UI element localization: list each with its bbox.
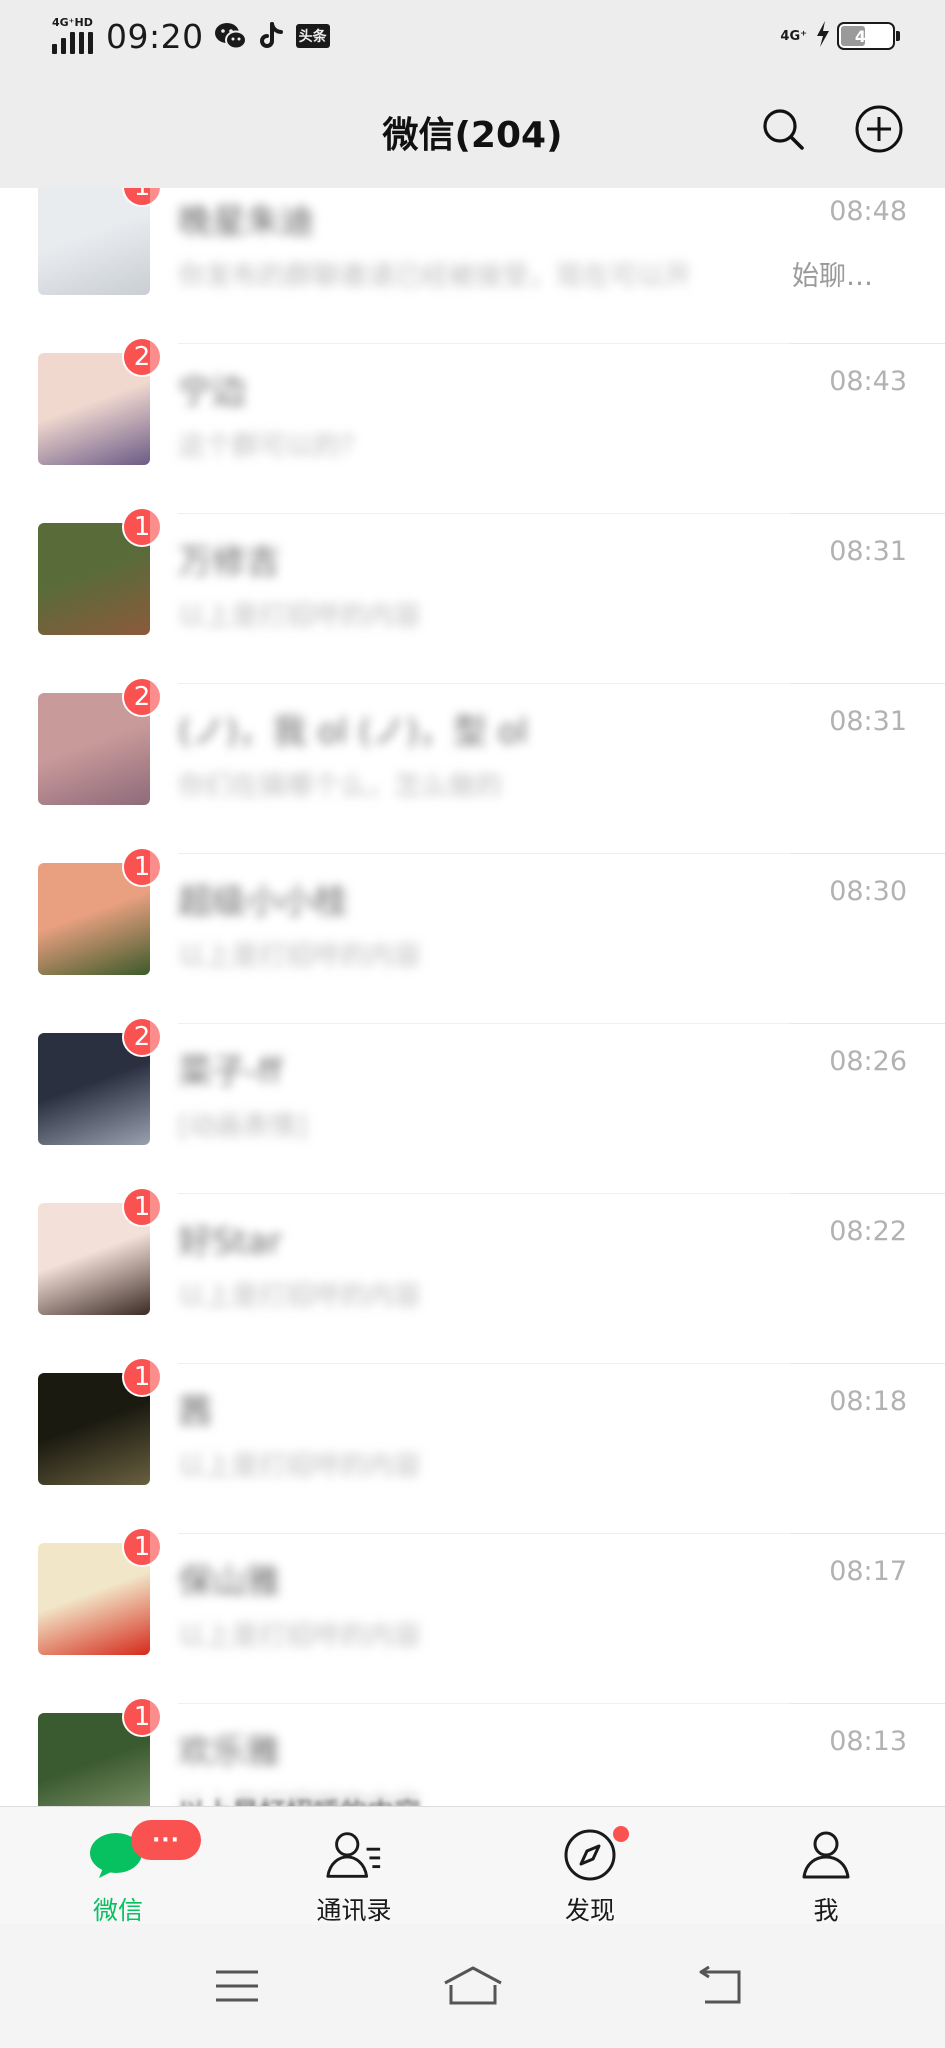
partial-preview: 以上是打招呼的内容: [178, 1791, 421, 1806]
home-icon: [444, 1966, 502, 2005]
chat-preview: 以上是打招呼的内容: [178, 1281, 421, 1312]
toutiao-label: 头条: [295, 24, 330, 48]
chat-row[interactable]: 2 (ノ)，我 ol (ノ)，型 ol 你们在搞哪个么，怎么做的 08:31: [0, 677, 945, 854]
status-bar: 4G⁺HD 09:20 头条 4G⁺ 44: [0, 0, 945, 70]
chat-time: 08:43: [829, 366, 907, 397]
tab-discover-label: 发现: [564, 1896, 615, 1925]
unread-badge: 2: [122, 337, 162, 377]
chat-preview: [动画表情]: [178, 1111, 308, 1142]
chat-row[interactable]: 1 超级小小桂以上是打招呼的内容 08:30: [0, 847, 945, 1024]
tab-bar: ··· 微信 通讯录 发现 我: [0, 1806, 945, 1925]
tab-contacts[interactable]: 通讯录: [236, 1807, 472, 1925]
wechat-icon: [214, 21, 248, 51]
chat-name: 茜: [178, 1392, 212, 1432]
chat-time: 08:26: [829, 1046, 907, 1077]
network-type-label: 4G⁺HD: [52, 16, 93, 29]
chat-preview: 以上是打招呼的内容: [178, 601, 421, 632]
chat-row[interactable]: 1 保山雅以上是打招呼的内容 08:17: [0, 1527, 945, 1704]
battery-icon: 44: [837, 22, 900, 50]
add-button[interactable]: [850, 100, 908, 158]
tab-chats-badge: ···: [131, 1820, 201, 1860]
network-type-right: 4G⁺: [780, 28, 807, 44]
tab-chats[interactable]: ··· 微信: [0, 1807, 236, 1925]
chat-row[interactable]: 2 菜子-ff [动画表情] 08:26: [0, 1017, 945, 1194]
tiktok-icon: [258, 21, 286, 51]
contacts-icon: [324, 1827, 384, 1883]
person-icon: [796, 1827, 856, 1883]
status-left: 4G⁺HD 09:20 头条: [50, 14, 330, 58]
chat-name: 超级小小桂: [178, 882, 348, 922]
chat-time: 08:13: [829, 1726, 907, 1757]
chat-time: 08:30: [829, 876, 907, 907]
unread-badge: 2: [122, 1017, 162, 1057]
unread-badge: 1: [122, 1527, 162, 1567]
chat-time: 08:18: [829, 1386, 907, 1417]
chat-name: 晚星朱迪: [178, 202, 314, 242]
chat-preview-tail: 始聊…: [792, 261, 873, 292]
clock: 09:20: [106, 16, 204, 56]
compass-icon: [560, 1827, 620, 1883]
search-button[interactable]: [754, 100, 812, 158]
unread-badge: 1: [122, 1697, 162, 1737]
chat-row[interactable]: 2 宁边这个群可以的？ 08:43: [0, 337, 945, 514]
unread-badge: 1: [122, 847, 162, 887]
signal-icon: 4G⁺HD: [50, 16, 98, 56]
chat-row[interactable]: 1晚星朱迪你发布的群聊邀请已经被接受，现在可以开始聊…08:48: [0, 188, 945, 344]
chat-preview: 以上是打招呼的内容: [178, 1451, 421, 1482]
chat-name: 好Star: [178, 1222, 282, 1262]
back-icon: [699, 1966, 741, 2004]
tab-contacts-label: 通讯录: [316, 1896, 392, 1925]
unread-badge: 1: [122, 1357, 162, 1397]
chat-row[interactable]: 1 欢乐雅以上是打招呼的内容 08:13: [0, 1697, 945, 1806]
chat-preview: 以上是打招呼的内容: [178, 941, 421, 972]
chat-name: 欢乐雅: [178, 1732, 280, 1772]
chat-row[interactable]: 1 茜以上是打招呼的内容 08:18: [0, 1357, 945, 1534]
header: 微信(204): [0, 70, 945, 188]
chat-time: 08:31: [829, 536, 907, 567]
tab-me-label: 我: [813, 1896, 839, 1925]
status-right: 4G⁺ 44: [780, 16, 900, 56]
unread-badge: 2: [122, 677, 162, 717]
unread-badge: 1: [122, 1187, 162, 1227]
system-nav-bar: [0, 1924, 945, 2048]
home-button[interactable]: [443, 1962, 503, 2010]
toutiao-icon: 头条: [295, 24, 330, 48]
chat-preview: 以上是打招呼的内容: [178, 1621, 421, 1652]
chat-name: (ノ)，我 ol (ノ)，型 ol: [178, 712, 528, 752]
menu-icon: [216, 1970, 258, 2002]
back-button[interactable]: [690, 1962, 750, 2010]
battery-level: 44: [854, 26, 878, 46]
tab-discover[interactable]: 发现: [472, 1807, 708, 1925]
plus-circle-icon: [855, 105, 903, 153]
chat-name: 保山雅: [178, 1562, 280, 1602]
tab-me[interactable]: 我: [708, 1807, 944, 1925]
chat-name: 菜子-ff: [178, 1052, 282, 1092]
tab-chats-label: 微信: [92, 1896, 143, 1925]
chat-name: 万修吉: [178, 542, 280, 582]
chat-preview: 你发布的群聊邀请已经被接受，现在可以开: [178, 261, 691, 292]
chat-time: 08:31: [829, 706, 907, 737]
charging-icon: [815, 20, 831, 52]
chat-time: 08:17: [829, 1556, 907, 1587]
discover-dot-badge: [613, 1826, 629, 1842]
menu-button[interactable]: [207, 1962, 267, 2010]
unread-badge: 1: [122, 507, 162, 547]
chat-time: 08:22: [829, 1216, 907, 1247]
chat-preview: 你们在搞哪个么，怎么做的: [178, 771, 502, 802]
chat-row[interactable]: 1 万修吉以上是打招呼的内容 08:31: [0, 507, 945, 684]
chat-row[interactable]: 1 好Star 以上是打招呼的内容 08:22: [0, 1187, 945, 1364]
chat-list[interactable]: 1 晚星朱迪你发布的群聊邀请已经被接受，现在可以开 始聊… 08:48 2 宁边这个群可以…: [0, 188, 945, 1806]
chat-preview: 这个群可以的？: [178, 431, 367, 462]
chat-name: 宁边: [178, 372, 246, 412]
search-icon: [763, 109, 804, 150]
chat-time: 08:48: [829, 196, 907, 227]
